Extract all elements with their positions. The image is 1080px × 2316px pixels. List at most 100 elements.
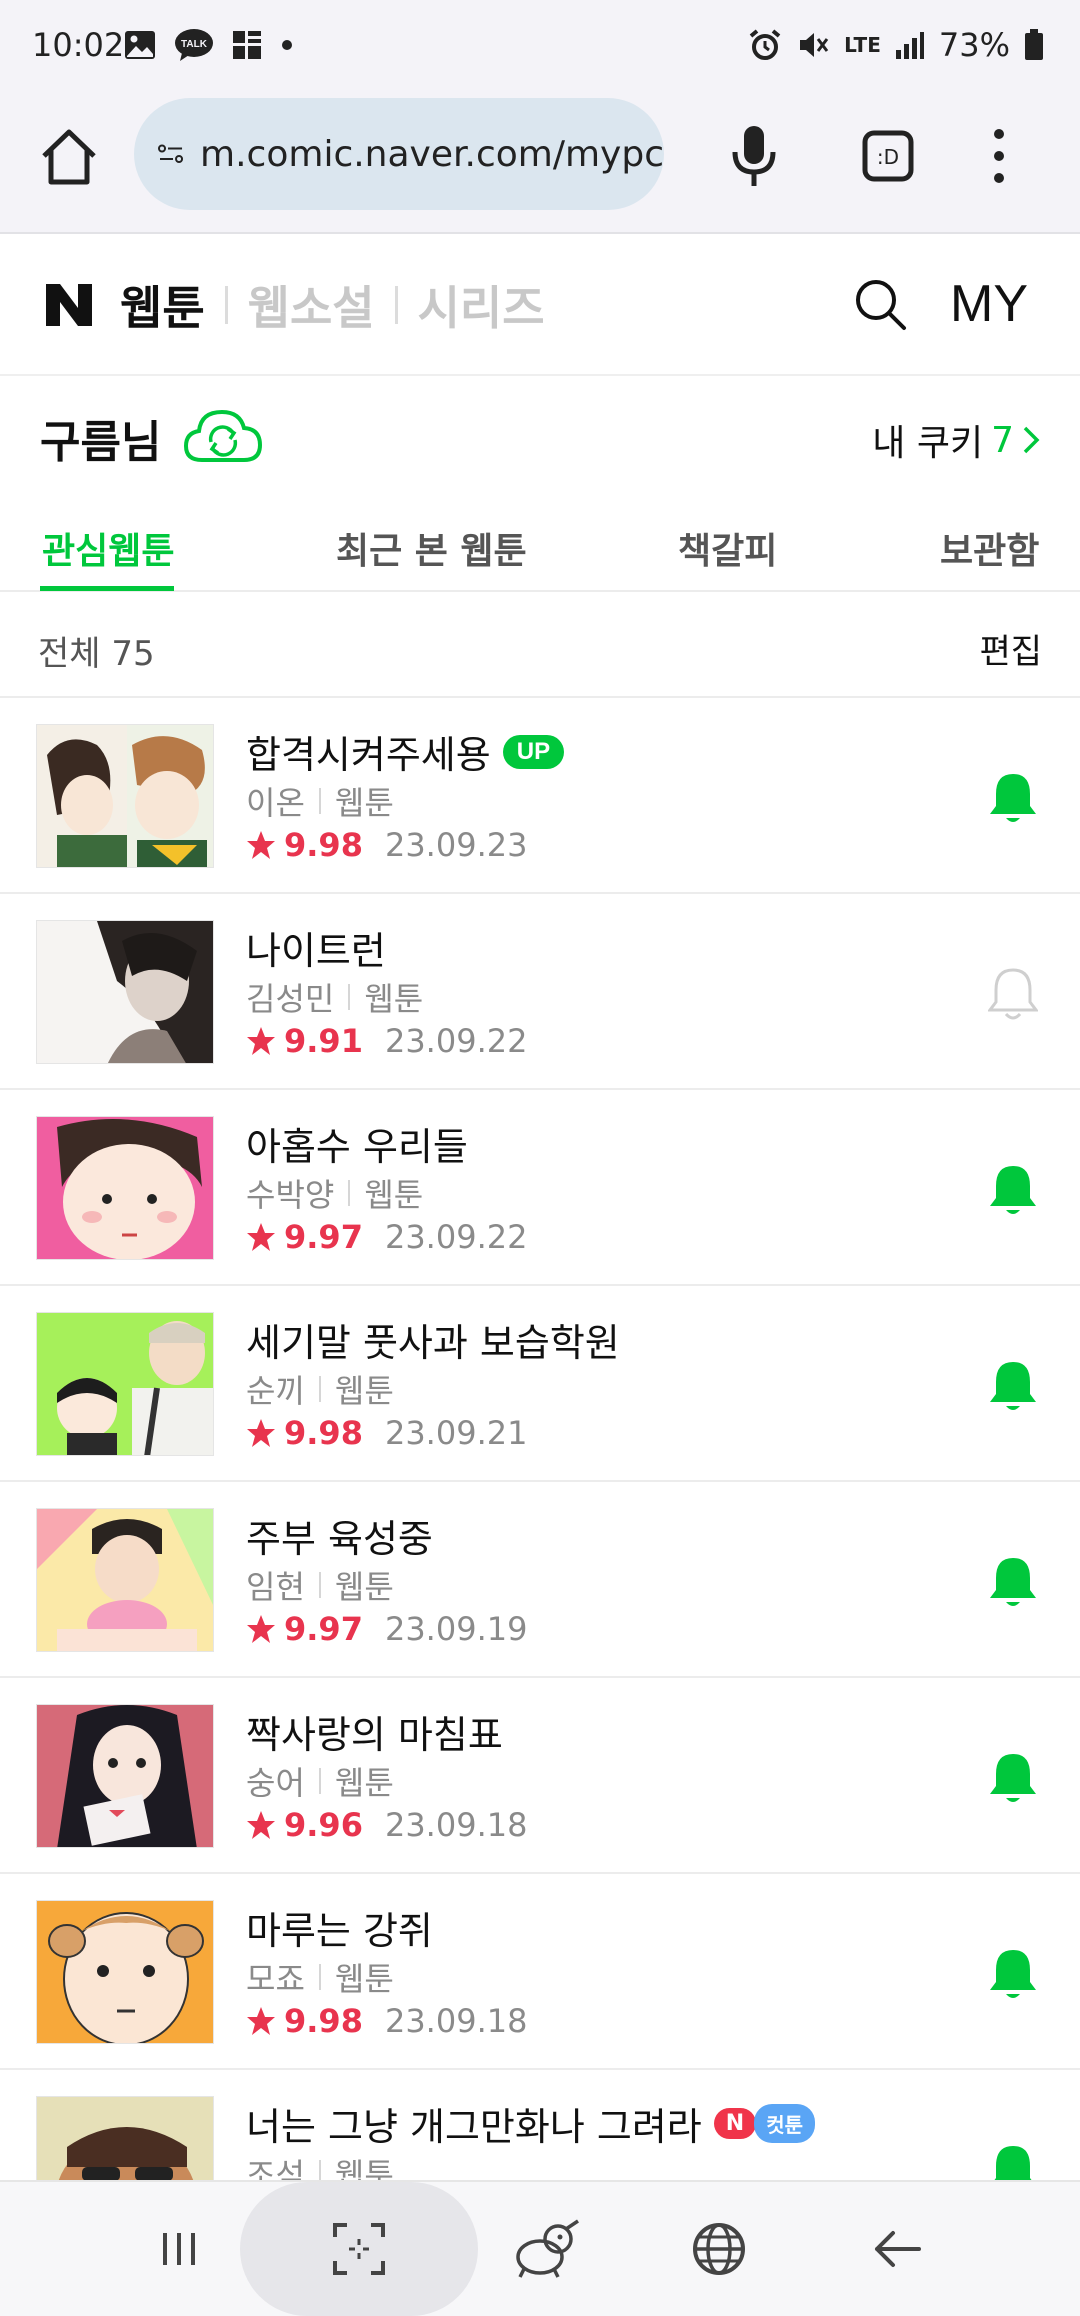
status-bar: 10:02 TALK LTE 73% [0, 0, 1080, 94]
list-item[interactable]: 아홉수 우리들 수박양 웹툰 9.97 23.09.22 [0, 1090, 1080, 1286]
list-item[interactable]: 짝사랑의 마침표 숭어 웹툰 9.96 23.09.18 [0, 1678, 1080, 1874]
bell-icon[interactable] [988, 1946, 1038, 2002]
item-meta: 임현 웹툰 [246, 1562, 394, 1608]
meta-divider [318, 788, 321, 814]
svg-text:TALK: TALK [181, 39, 208, 50]
bell-icon[interactable] [988, 1162, 1038, 1218]
item-title: 짝사랑의 마침표 [246, 1704, 503, 1759]
chevron-right-icon [1023, 426, 1040, 454]
signal-icon [895, 32, 924, 59]
star-icon [247, 1027, 275, 1055]
more-menu-button[interactable] [984, 126, 1014, 186]
microphone-button[interactable] [730, 124, 778, 188]
title-text: 세기말 풋사과 보습학원 [246, 1321, 620, 1365]
title-text: 주부 육성중 [246, 1517, 433, 1561]
list-item[interactable]: 주부 육성중 임현 웹툰 9.97 23.09.19 [0, 1482, 1080, 1678]
mute-icon [800, 33, 829, 57]
tab-switcher-button[interactable]: :D [862, 130, 914, 182]
my-button[interactable]: MY [950, 274, 1028, 334]
nav-webnovel[interactable]: 웹소설 [248, 272, 375, 338]
list-header: 전체 75 편집 [0, 594, 1080, 698]
item-meta: 숭어 웹툰 [246, 1758, 394, 1804]
nav-divider [224, 286, 228, 324]
item-author: 숭어 [246, 1764, 305, 1802]
recents-button[interactable] [144, 2214, 214, 2284]
nav-divider [394, 286, 398, 324]
tab-recent[interactable]: 최근 본 웹툰 [336, 522, 527, 574]
bell-icon[interactable] [988, 770, 1038, 826]
battery-icon [1025, 29, 1043, 60]
bell-icon[interactable] [988, 1554, 1038, 1610]
item-category: 웹툰 [334, 1568, 394, 1606]
list-item[interactable]: 마루는 강쥐 모죠 웹툰 9.98 23.09.18 [0, 1874, 1080, 2070]
webtoon-thumbnail[interactable] [36, 1900, 214, 2044]
item-rating: 9.97 23.09.22 [246, 1218, 527, 1256]
webtoon-thumbnail[interactable] [36, 1312, 214, 1456]
list-item[interactable]: 세기말 풋사과 보습학원 순끼 웹툰 9.98 23.09.21 [0, 1286, 1080, 1482]
webtoon-thumbnail[interactable] [36, 1508, 214, 1652]
item-rating: 9.98 23.09.18 [246, 2002, 527, 2040]
bell-icon[interactable] [988, 1750, 1038, 1806]
list-item[interactable]: 합격시켜주세용 UP 이온 웹툰 9.98 23.09.23 [0, 698, 1080, 894]
title-text: 짝사랑의 마침표 [246, 1713, 503, 1757]
star-icon [247, 2007, 275, 2035]
nav-series[interactable]: 시리즈 [418, 272, 545, 338]
meta-divider [348, 1180, 351, 1206]
webtoon-thumbnail[interactable] [36, 1116, 214, 1260]
meta-divider [318, 1572, 321, 1598]
tab-favorites[interactable]: 관심웹툰 [42, 522, 174, 574]
star-icon [247, 1811, 275, 1839]
address-bar[interactable]: m.comic.naver.com/mypc [134, 98, 664, 210]
title-text: 너는 그냥 개그만화나 그려라 [246, 2105, 702, 2149]
item-author: 수박양 [246, 1176, 335, 1214]
mascot-button[interactable] [506, 2214, 586, 2284]
item-author: 이온 [246, 784, 305, 822]
bell-off-icon[interactable] [988, 966, 1038, 1022]
status-system: LTE 73% [748, 26, 1044, 64]
item-title: 너는 그냥 개그만화나 그려라 N 컷툰 [246, 2096, 815, 2151]
back-button[interactable] [862, 2214, 932, 2284]
item-meta: 모죠 웹툰 [246, 1954, 394, 2000]
my-tabs: 관심웹툰 최근 본 웹툰 책갈피 보관함 [0, 500, 1080, 592]
webtoon-thumbnail[interactable] [36, 1704, 214, 1848]
grid-app-icon [233, 31, 261, 59]
user-name: 구름님 [40, 417, 162, 468]
up-badge: UP [502, 734, 565, 769]
capture-icon [333, 2223, 385, 2275]
item-category: 웹툰 [334, 1764, 394, 1802]
meta-divider [348, 984, 351, 1010]
tab-storage[interactable]: 보관함 [940, 522, 1039, 574]
item-title: 마루는 강쥐 [246, 1900, 433, 1955]
alarm-icon [749, 29, 781, 60]
item-category: 웹툰 [334, 784, 394, 822]
back-arrow-icon [875, 2231, 921, 2267]
tab-bookmarks[interactable]: 책갈피 [678, 522, 777, 574]
update-date: 23.09.18 [384, 2002, 528, 2040]
gallery-icon [125, 31, 155, 59]
rating-value: 9.91 [284, 1022, 363, 1060]
battery-percent: 73% [938, 26, 1010, 64]
item-title: 합격시켜주세용 UP [246, 724, 565, 779]
cookie-label: 내 쿠키 [872, 423, 984, 464]
internet-button[interactable] [684, 2214, 754, 2284]
home-button[interactable] [38, 126, 100, 188]
cloud-sync-icon[interactable] [182, 406, 264, 466]
star-icon [247, 831, 275, 859]
site-settings-icon[interactable] [158, 134, 184, 174]
search-icon[interactable] [852, 276, 908, 332]
webtoon-thumbnail[interactable] [36, 724, 214, 868]
item-rating: 9.91 23.09.22 [246, 1022, 527, 1060]
list-item[interactable]: 나이트런 김성민 웹툰 9.91 23.09.22 [0, 894, 1080, 1090]
capture-button[interactable] [324, 2214, 394, 2284]
total-count: 전체 75 [38, 634, 155, 674]
star-icon [247, 1223, 275, 1251]
meta-divider [318, 1376, 321, 1402]
cookie-link[interactable]: 내 쿠키 7 [872, 414, 1040, 466]
edit-button[interactable]: 편집 [979, 624, 1042, 673]
webtoon-thumbnail[interactable] [36, 920, 214, 1064]
update-date: 23.09.22 [384, 1022, 528, 1060]
item-category: 웹툰 [364, 1176, 424, 1214]
naver-logo[interactable] [44, 282, 94, 328]
nav-webtoon[interactable]: 웹툰 [120, 272, 205, 338]
bell-icon[interactable] [988, 1358, 1038, 1414]
